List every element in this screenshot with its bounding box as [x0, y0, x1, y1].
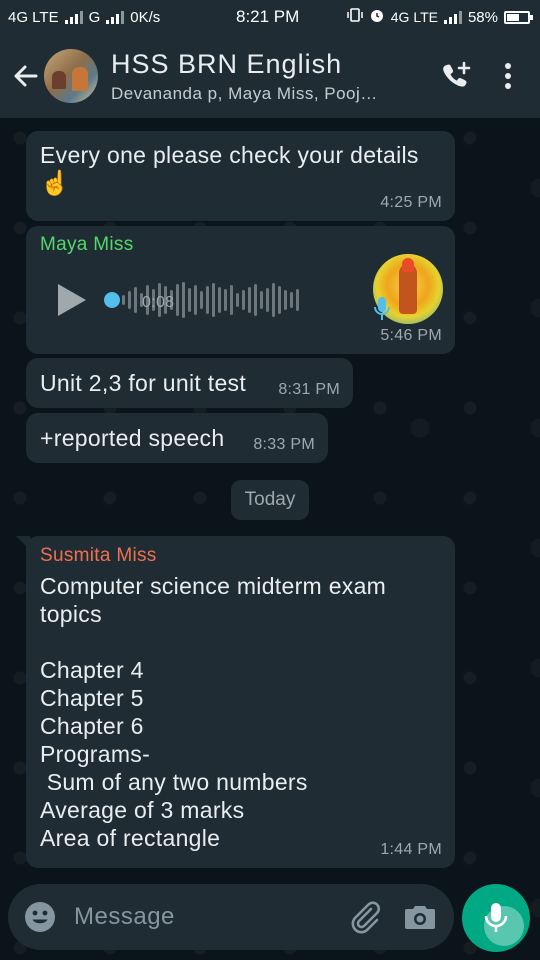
battery-fill: [507, 13, 519, 21]
waveform-bar: [128, 291, 131, 309]
message-time: 1:44 PM: [380, 841, 442, 858]
waveform-bar: [236, 293, 239, 307]
data-speed: 0K/s: [130, 8, 161, 26]
message-time: 8:33 PM: [253, 436, 315, 453]
waveform-bar: [284, 290, 287, 310]
waveform-bar: [212, 283, 215, 317]
waveform-bar: [242, 290, 245, 310]
waveform-bar: [134, 287, 137, 313]
date-divider: Today: [231, 480, 309, 520]
waveform-bar: [176, 284, 179, 316]
audio-player: 0:08: [56, 276, 368, 324]
chat-area[interactable]: Every one please check your details ☝️ 4…: [0, 118, 540, 960]
bubble-tail: [16, 536, 30, 550]
vibrate-icon: [347, 8, 363, 26]
network-label: 4G LTE: [8, 8, 59, 26]
battery-icon: [504, 10, 533, 24]
menu-button[interactable]: [482, 50, 534, 102]
message-text: Every one please check your details ☝️: [40, 141, 441, 198]
waveform-bar: [272, 283, 275, 317]
audio-duration: 0:08: [142, 294, 175, 311]
message-bubble[interactable]: Unit 2,3 for unit test 8:31 PM: [26, 358, 353, 408]
message-input[interactable]: Message: [74, 903, 348, 931]
mic-icon: [484, 903, 508, 932]
waveform-bar: [182, 282, 185, 318]
group-avatar[interactable]: [44, 49, 98, 103]
attach-button[interactable]: [348, 900, 382, 934]
waveform-bar: [188, 288, 191, 312]
add-call-button[interactable]: [430, 50, 482, 102]
signal-icon-2: [106, 10, 125, 24]
chat-info[interactable]: HSS BRN English Devananda p, Maya Miss, …: [111, 49, 430, 104]
waveform-bar: [206, 286, 209, 314]
waveform-bar: [200, 291, 203, 309]
message-text-content: Every one please check your details: [40, 142, 419, 168]
waveform-bar: [260, 291, 263, 309]
camera-button[interactable]: [404, 903, 436, 931]
smiley-icon: [25, 902, 55, 932]
waveform-bar: [290, 292, 293, 308]
message-time: 8:31 PM: [278, 381, 340, 398]
status-time: 8:21 PM: [236, 7, 300, 26]
chat-header: HSS BRN English Devananda p, Maya Miss, …: [0, 34, 540, 118]
phone-plus-icon: [443, 61, 471, 87]
chat-participants: Devananda p, Maya Miss, Pooj…: [111, 83, 378, 103]
chat-title: HSS BRN English: [111, 48, 343, 79]
message-time: 5:46 PM: [380, 327, 442, 344]
waveform-bar: [218, 287, 221, 313]
waveform-bar: [296, 289, 299, 311]
sender-name: Maya Miss: [40, 234, 134, 255]
battery-percent: 58%: [467, 8, 498, 26]
signal-icon: [64, 10, 83, 24]
message-bubble[interactable]: Every one please check your details ☝️ 4…: [26, 131, 455, 221]
status-right: 4G LTE 58%: [347, 7, 533, 27]
message-bubble[interactable]: Susmita Miss Computer science midterm ex…: [16, 536, 455, 868]
play-icon: [58, 284, 86, 316]
waveform-bar: [194, 285, 197, 315]
voice-record-button[interactable]: [462, 884, 530, 952]
mic-icon: [373, 296, 391, 328]
message-time: 4:25 PM: [380, 194, 442, 211]
waveform-bar: [224, 289, 227, 311]
audio-progress-handle[interactable]: [104, 292, 120, 308]
status-bar: 4G LTE G 0K/s 8:21 PM 4G LTE 58%: [0, 0, 540, 34]
more-vertical-icon: [505, 63, 511, 89]
camera-icon: [405, 906, 435, 929]
waveform-bar: [254, 284, 257, 316]
message-composer[interactable]: Message: [8, 884, 454, 950]
network-label-2: G: [88, 8, 101, 26]
arrow-left-icon: [14, 65, 38, 87]
voice-message-bubble[interactable]: Maya Miss 0:08 5:46 PM: [26, 226, 455, 354]
waveform-bar: [122, 295, 125, 305]
waveform-bar: [278, 286, 281, 314]
network-label-3: 4G LTE: [390, 9, 438, 25]
emoji-button[interactable]: [24, 901, 56, 933]
waveform-bar: [248, 287, 251, 313]
message-text: Computer science midterm exam topics Cha…: [40, 573, 387, 851]
waveform-bar: [266, 288, 269, 312]
status-left: 4G LTE G 0K/s: [8, 9, 160, 26]
play-button[interactable]: [56, 282, 88, 324]
alarm-icon: [369, 7, 385, 27]
message-bubble[interactable]: +reported speech 8:33 PM: [26, 413, 328, 463]
paperclip-icon: [351, 901, 380, 934]
sender-name[interactable]: Susmita Miss: [40, 545, 441, 567]
pointing-up-emoji: ☝️: [40, 170, 71, 197]
signal-icon-3: [443, 10, 462, 24]
back-button[interactable]: [2, 52, 50, 100]
waveform-bar: [230, 285, 233, 315]
